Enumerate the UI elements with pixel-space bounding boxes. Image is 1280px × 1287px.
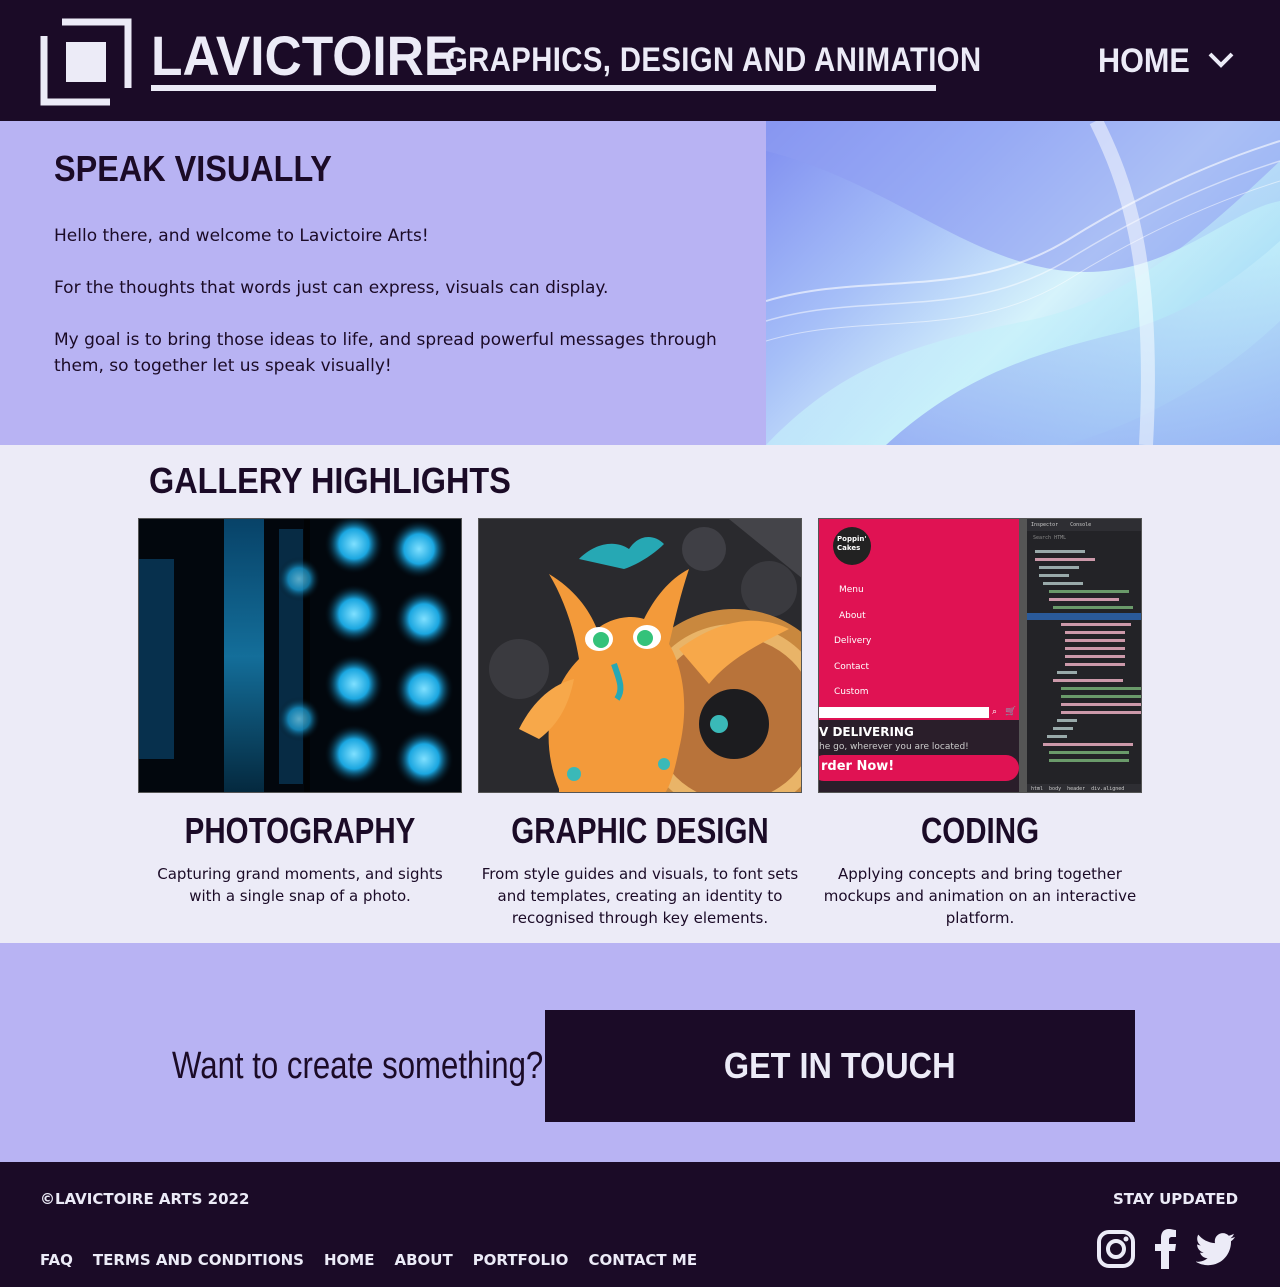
- brand-link[interactable]: LAVICTOIRE GRAPHICS, DESIGN AND ANIMATIO…: [151, 24, 981, 91]
- search-icon: ⌕: [992, 707, 998, 717]
- card-title: GRAPHIC DESIGN: [511, 810, 769, 851]
- footer-link-portfolio[interactable]: PORTFOLIO: [473, 1250, 569, 1270]
- brand-tagline: GRAPHICS, DESIGN AND ANIMATION: [445, 41, 982, 79]
- card-description: Capturing grand moments, and sights with…: [157, 865, 443, 905]
- devtools-breadcrumb: html body header div.aligned: [1027, 784, 1141, 792]
- photography-image[interactable]: [138, 518, 462, 793]
- cart-icon: 🛒: [1005, 707, 1017, 717]
- nav-home-dropdown[interactable]: HOME: [1098, 42, 1190, 80]
- card-description: Applying concepts and bring together moc…: [823, 865, 1137, 927]
- hero-paragraph: My goal is to bring those ideas to life,…: [54, 330, 717, 376]
- gallery-section: GALLERY HIGHLIGHTS PHOTOGRAPHY Capturing…: [0, 445, 1280, 943]
- hero-paragraph: Hello there, and welcome to Lavictoire A…: [54, 226, 429, 246]
- cta-question: Want to create something?: [172, 1045, 544, 1087]
- card-title: PHOTOGRAPHY: [184, 810, 416, 851]
- mock-site: Poppin' Cakes Menu About Delivery Contac…: [819, 519, 1019, 792]
- cta-section: Want to create something? GET IN TOUCH: [0, 943, 1280, 1162]
- mock-menu-item: Custom: [834, 687, 869, 697]
- hero-image: [766, 121, 1280, 445]
- mock-menu-item: Contact: [834, 662, 870, 672]
- coding-image[interactable]: Poppin' Cakes Menu About Delivery Contac…: [818, 518, 1142, 793]
- gallery-title: GALLERY HIGHLIGHTS: [149, 460, 511, 501]
- footer-link-contact[interactable]: CONTACT ME: [588, 1250, 697, 1270]
- mock-devtools: Inspector Console Search HTML html body …: [1027, 519, 1141, 792]
- mock-search-bar: [819, 707, 989, 718]
- get-in-touch-label: GET IN TOUCH: [724, 1045, 956, 1086]
- footer-link-about[interactable]: ABOUT: [394, 1250, 452, 1270]
- hero-section: SPEAK VISUALLY Hello there, and welcome …: [0, 121, 1280, 445]
- breadcrumb-item: header: [1067, 786, 1086, 792]
- mock-menu-item: About: [839, 611, 866, 621]
- mock-order-button: rder Now!: [819, 755, 1019, 781]
- mock-banner: V DELIVERING he go, wherever you are loc…: [819, 720, 1019, 792]
- devtools-code-tree: [1027, 550, 1141, 762]
- instagram-icon[interactable]: [1096, 1229, 1136, 1269]
- chevron-down-icon[interactable]: [1207, 50, 1235, 70]
- stay-updated-label: STAY UPDATED: [1113, 1190, 1239, 1208]
- footer-link-faq[interactable]: FAQ: [40, 1250, 73, 1270]
- breadcrumb-item: html: [1031, 786, 1044, 792]
- footer-link-home[interactable]: HOME: [324, 1250, 374, 1270]
- mock-menu-item: Menu: [839, 585, 864, 595]
- gallery-card-coding: Poppin' Cakes Menu About Delivery Contac…: [818, 518, 1142, 929]
- mock-logo: Poppin' Cakes: [833, 527, 871, 565]
- mock-logo-text: Poppin': [837, 535, 867, 543]
- mock-menu-item: Delivery: [834, 636, 872, 646]
- card-description: From style guides and visuals, to font s…: [481, 865, 799, 927]
- copyright: ©LAVICTOIRE ARTS 2022: [40, 1190, 250, 1208]
- site-footer: ©LAVICTOIRE ARTS 2022 STAY UPDATED FAQ T…: [0, 1162, 1280, 1287]
- get-in-touch-button[interactable]: GET IN TOUCH: [545, 1010, 1135, 1122]
- breadcrumb-item: div.aligned: [1091, 786, 1125, 792]
- hero-text: SPEAK VISUALLY Hello there, and welcome …: [54, 149, 734, 379]
- mock-logo-text: Cakes: [837, 544, 861, 552]
- graphic-design-image[interactable]: [478, 518, 802, 793]
- devtools-search: Search HTML: [1033, 535, 1067, 541]
- devtools-tabs: Inspector Console: [1027, 519, 1141, 531]
- gallery-card-graphic-design: GRAPHIC DESIGN From style guides and vis…: [478, 518, 802, 929]
- footer-nav: FAQ TERMS AND CONDITIONS HOME ABOUT PORT…: [40, 1250, 697, 1270]
- devtools-tab: Inspector: [1031, 522, 1059, 528]
- hero-title: SPEAK VISUALLY: [54, 148, 332, 189]
- mock-scrollbar: [1019, 519, 1027, 792]
- site-header: LAVICTOIRE GRAPHICS, DESIGN AND ANIMATIO…: [0, 0, 1280, 121]
- twitter-icon[interactable]: [1196, 1229, 1236, 1269]
- hero-paragraph: For the thoughts that words just can exp…: [54, 278, 609, 298]
- facebook-icon[interactable]: [1146, 1229, 1186, 1269]
- brand-name: LAVICTOIRE: [151, 24, 459, 87]
- footer-link-terms[interactable]: TERMS AND CONDITIONS: [93, 1250, 304, 1270]
- breadcrumb-item: body: [1049, 786, 1062, 792]
- mock-banner-heading: V DELIVERING: [819, 725, 914, 739]
- logo-icon[interactable]: [40, 18, 132, 106]
- mock-banner-sub: he go, wherever you are located!: [819, 742, 969, 752]
- devtools-tab: Console: [1070, 522, 1092, 528]
- gallery-card-photography: PHOTOGRAPHY Capturing grand moments, and…: [138, 518, 462, 907]
- card-title: CODING: [920, 810, 1040, 851]
